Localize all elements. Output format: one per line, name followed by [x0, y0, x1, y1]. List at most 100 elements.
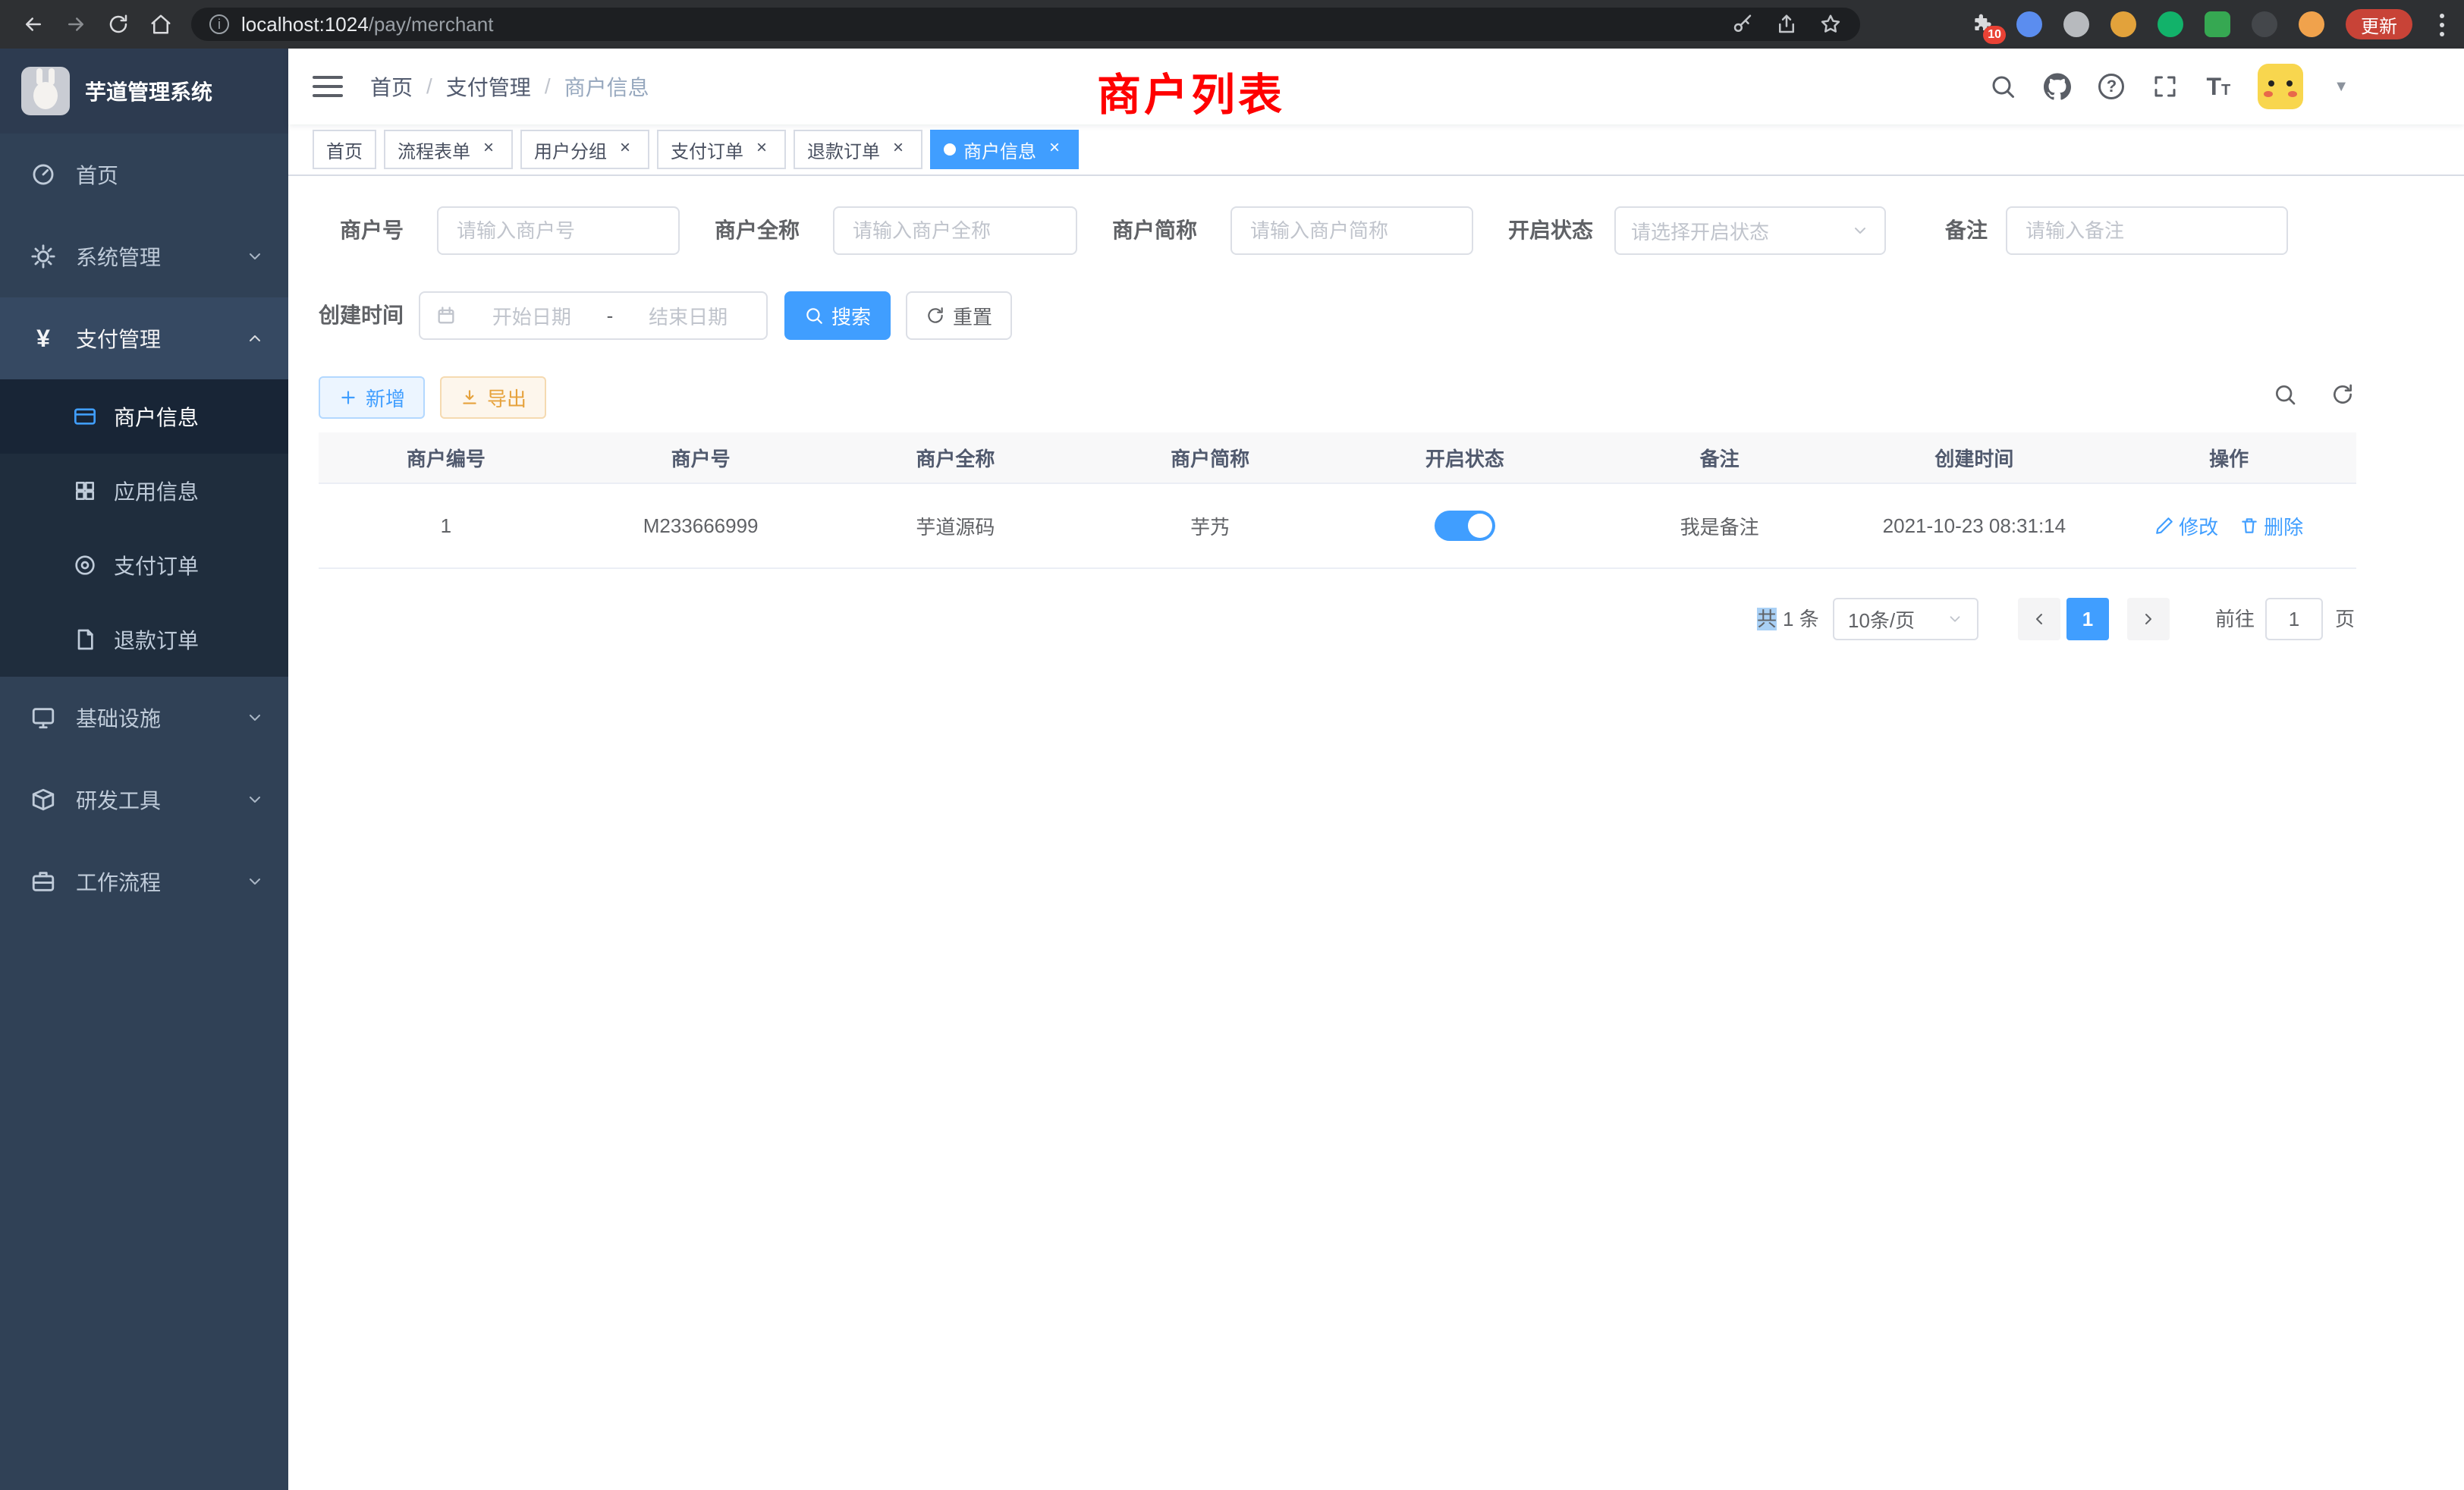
sidebar-item-refund-order[interactable]: 退款订单: [0, 602, 288, 677]
chevron-down-icon: [246, 247, 264, 266]
card-icon: [73, 404, 97, 429]
merchant-name-input[interactable]: [833, 206, 1077, 255]
chevron-down-icon: [246, 709, 264, 727]
back-button[interactable]: [12, 3, 55, 46]
share-icon[interactable]: [1775, 13, 1798, 36]
address-bar[interactable]: i localhost:1024/pay/merchant: [191, 8, 1860, 41]
page-size-select[interactable]: 10条/页: [1833, 598, 1978, 640]
box-icon: [30, 787, 56, 813]
extension-icon[interactable]: [2063, 11, 2089, 37]
breadcrumb-separator: /: [545, 74, 551, 99]
extensions-icon[interactable]: 10: [1971, 12, 1995, 36]
add-button[interactable]: 新增: [319, 376, 425, 419]
search-button[interactable]: 搜索: [784, 291, 891, 340]
table-header: 商户编号 商户号 商户全称 商户简称 开启状态 备注 创建时间 操作: [319, 432, 2356, 484]
navbar-actions: ? TT ▼: [1989, 49, 2349, 124]
bookmark-star-icon[interactable]: [1819, 13, 1842, 36]
search-icon[interactable]: [1989, 73, 2016, 100]
date-separator: -: [607, 304, 614, 328]
fullscreen-icon[interactable]: [2151, 73, 2179, 100]
tab-pay-order[interactable]: 支付订单×: [657, 130, 786, 169]
goto-page-input[interactable]: [2265, 598, 2323, 640]
gear-icon: [30, 244, 56, 269]
export-button[interactable]: 导出: [440, 376, 546, 419]
edit-link[interactable]: 修改: [2154, 512, 2218, 540]
tab-process-form[interactable]: 流程表单×: [384, 130, 513, 169]
sidebar-item-devtools[interactable]: 研发工具: [0, 759, 288, 841]
sidebar-item-app-info[interactable]: 应用信息: [0, 454, 288, 528]
forward-button[interactable]: [55, 3, 97, 46]
sidebar-item-home[interactable]: 首页: [0, 134, 288, 215]
merchant-table: 商户编号 商户号 商户全称 商户简称 开启状态 备注 创建时间 操作 1 M23…: [319, 432, 2356, 569]
chevron-down-icon: [246, 872, 264, 891]
browser-update-button[interactable]: 更新: [2346, 9, 2412, 39]
toggle-search-icon[interactable]: [2273, 382, 2297, 407]
close-icon[interactable]: ×: [614, 139, 636, 160]
omnibox-icons: [1731, 13, 1842, 36]
info-icon[interactable]: i: [209, 14, 229, 34]
extension-icon[interactable]: [2016, 11, 2042, 37]
close-icon[interactable]: ×: [1044, 139, 1065, 160]
remark-input[interactable]: [2006, 206, 2288, 255]
page-1-button[interactable]: 1: [2066, 598, 2109, 640]
yen-icon: ¥: [30, 325, 56, 351]
pagination: 共1 条 10条/页 1 前往 页: [288, 598, 2464, 640]
dashboard-icon: [30, 162, 56, 187]
refresh-icon[interactable]: [2330, 382, 2355, 407]
help-icon[interactable]: ?: [2098, 74, 2124, 99]
browser-menu-icon[interactable]: [2440, 12, 2446, 36]
status-toggle[interactable]: [1435, 511, 1495, 541]
tags-view: 首页 流程表单× 用户分组× 支付订单× 退款订单× 商户信息×: [288, 124, 2464, 176]
create-time-label: 创建时间: [319, 291, 404, 340]
extension-icon[interactable]: [2110, 11, 2136, 37]
sidebar-item-infra[interactable]: 基础设施: [0, 677, 288, 759]
breadcrumb-home[interactable]: 首页: [370, 71, 413, 102]
merchant-short-label: 商户简称: [1112, 206, 1197, 255]
password-key-icon[interactable]: [1731, 13, 1754, 36]
breadcrumb-payment[interactable]: 支付管理: [446, 71, 531, 102]
breadcrumb-current: 商户信息: [564, 71, 649, 102]
table-row: 1 M233666999 芋道源码 芋艿 我是备注 2021-10-23 08:…: [319, 484, 2356, 569]
home-button[interactable]: [140, 3, 182, 46]
chevron-up-icon: [246, 329, 264, 347]
next-page-button[interactable]: [2127, 598, 2170, 640]
close-icon[interactable]: ×: [478, 139, 499, 160]
reload-button[interactable]: [97, 3, 140, 46]
status-label: 开启状态: [1508, 206, 1593, 255]
delete-link[interactable]: 删除: [2239, 512, 2303, 540]
prev-page-button[interactable]: [2018, 598, 2060, 640]
extension-icon[interactable]: [2252, 11, 2277, 37]
close-icon[interactable]: ×: [888, 139, 909, 160]
edit-icon: [2154, 516, 2174, 536]
merchant-no-label: 商户号: [340, 206, 404, 255]
sidebar-item-system[interactable]: 系统管理: [0, 215, 288, 297]
sidebar-item-workflow[interactable]: 工作流程: [0, 841, 288, 923]
reset-button[interactable]: 重置: [906, 291, 1012, 340]
github-icon[interactable]: [2044, 73, 2071, 100]
status-select[interactable]: 请选择开启状态: [1614, 206, 1886, 255]
close-icon[interactable]: ×: [751, 139, 772, 160]
extensions-badge: 10: [1983, 26, 2006, 44]
extension-icon[interactable]: [2299, 11, 2324, 37]
chevron-down-icon: [1947, 611, 1963, 627]
sidebar-item-merchant-info[interactable]: 商户信息: [0, 379, 288, 454]
hamburger-icon[interactable]: [313, 76, 343, 97]
extension-icon[interactable]: [2205, 11, 2230, 37]
table-tools: [2273, 382, 2355, 407]
extension-icon[interactable]: [2158, 11, 2183, 37]
coin-icon: [73, 553, 97, 577]
date-range-picker[interactable]: 开始日期 - 结束日期: [419, 291, 768, 340]
font-size-icon[interactable]: TT: [2206, 74, 2230, 99]
sidebar-logo[interactable]: 芋道管理系统: [0, 49, 288, 134]
tab-refund-order[interactable]: 退款订单×: [794, 130, 922, 169]
avatar-caret-icon[interactable]: ▼: [2334, 78, 2349, 96]
sidebar-item-pay-order[interactable]: 支付订单: [0, 528, 288, 602]
merchant-short-input[interactable]: [1230, 206, 1473, 255]
merchant-no-input[interactable]: [437, 206, 680, 255]
content-area: 商户号 商户全称 商户简称 开启状态 请选择开启状态 备注 创建时间 开始日期: [288, 176, 2464, 1490]
sidebar-item-payment[interactable]: ¥ 支付管理: [0, 297, 288, 379]
tab-user-group[interactable]: 用户分组×: [520, 130, 649, 169]
user-avatar[interactable]: [2258, 64, 2303, 109]
tab-home[interactable]: 首页: [313, 130, 376, 169]
tab-merchant-info[interactable]: 商户信息×: [930, 130, 1079, 169]
